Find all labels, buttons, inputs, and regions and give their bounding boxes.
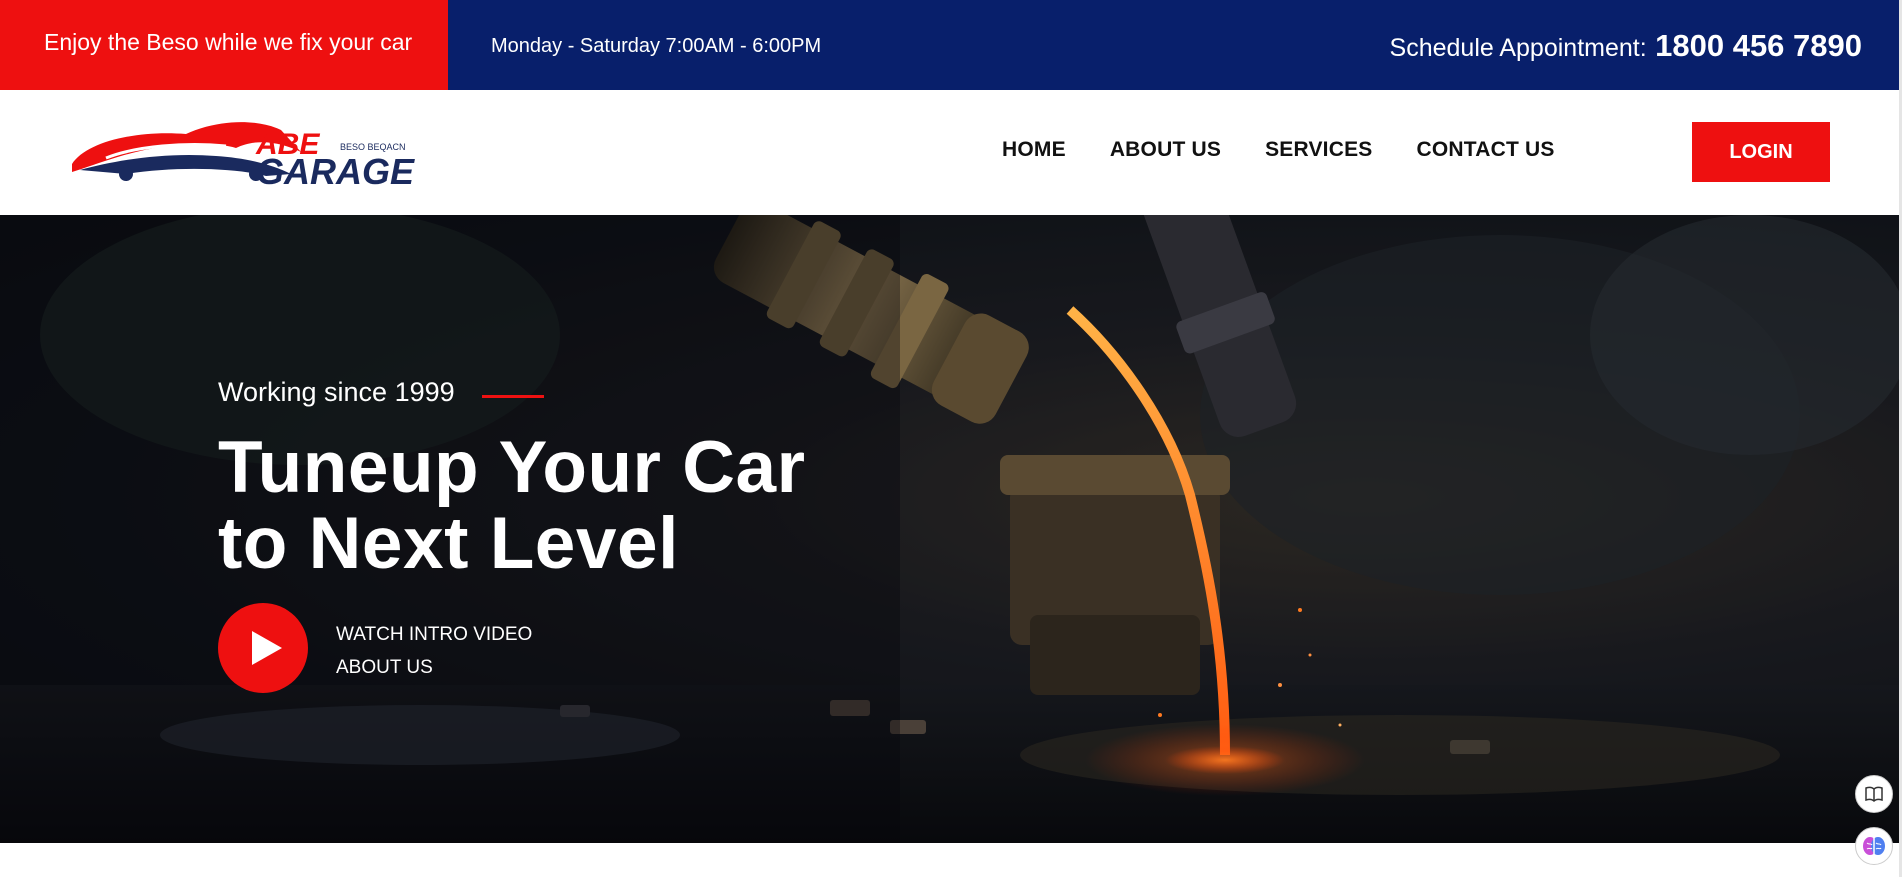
promo-banner: Enjoy the Beso while we fix your car	[0, 0, 448, 90]
hero-banner: Working since 1999 Tuneup Your Car to Ne…	[0, 215, 1899, 843]
car-logo-icon: ABE GARAGE BESO BEQACN	[72, 122, 415, 192]
nav-contact-us[interactable]: CONTACT US	[1417, 138, 1555, 162]
nav-home[interactable]: HOME	[1002, 138, 1066, 162]
phone-number[interactable]: 1800 456 7890	[1655, 28, 1862, 63]
hero-title: Tuneup Your Car to Next Level	[218, 430, 805, 582]
video-text-line2: ABOUT US	[336, 657, 433, 678]
brain-icon	[1863, 837, 1885, 855]
logo-line2: GARAGE	[256, 151, 415, 192]
book-icon	[1865, 786, 1883, 802]
reader-widget[interactable]	[1855, 775, 1893, 813]
hero-title-line1: Tuneup Your Car	[218, 427, 806, 508]
login-button[interactable]: LOGIN	[1692, 122, 1830, 182]
schedule-appointment: Schedule Appointment: 1800 456 7890	[1390, 0, 1862, 90]
logo-tagline: BESO BEQACN	[340, 142, 406, 152]
top-info-bar: Enjoy the Beso while we fix your car Mon…	[0, 0, 1902, 90]
abe-garage-logo[interactable]: ABE GARAGE BESO BEQACN	[66, 112, 416, 192]
schedule-label: Schedule Appointment:	[1389, 34, 1647, 62]
hero-title-line2: to Next Level	[218, 503, 679, 584]
nav-about-us[interactable]: ABOUT US	[1110, 138, 1221, 162]
video-text-line1: WATCH INTRO VIDEO	[336, 624, 533, 645]
play-video-button[interactable]	[218, 603, 308, 693]
eyebrow-divider	[482, 395, 544, 398]
play-icon	[252, 631, 282, 665]
business-hours: Monday - Saturday 7:00AM - 6:00PM	[491, 35, 822, 57]
hero-eyebrow: Working since 1999	[218, 377, 455, 407]
nav-services[interactable]: SERVICES	[1265, 138, 1372, 162]
ai-assistant-widget[interactable]	[1855, 827, 1893, 865]
primary-nav: HOME ABOUT US SERVICES CONTACT US	[1002, 138, 1555, 162]
watch-video-link[interactable]: WATCH INTRO VIDEO ABOUT US	[336, 618, 532, 684]
